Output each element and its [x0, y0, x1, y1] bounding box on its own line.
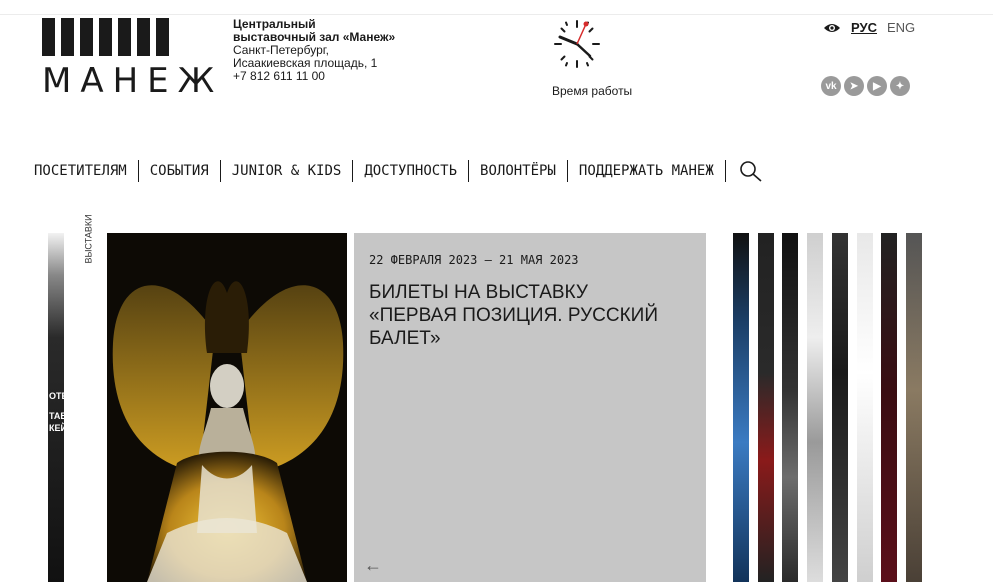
nav-divider	[352, 160, 354, 182]
lang-en-link[interactable]: ENG	[887, 20, 915, 35]
search-icon	[739, 161, 762, 182]
address-block: Центральный выставочный зал «Манеж» Санк…	[233, 18, 453, 83]
nav-item-support[interactable]: ПОДДЕРЖАТЬ МАНЕЖ	[579, 163, 714, 179]
eye-icon[interactable]	[823, 22, 841, 34]
event-card[interactable]: 22 ФЕВРАЛЯ 2023 — 21 МАЯ 2023 Билеты на …	[354, 233, 706, 582]
search-button[interactable]	[739, 160, 763, 182]
header-divider	[0, 14, 993, 15]
social-links: vk ➤ ▶ ✦	[821, 76, 910, 96]
main-nav: ПОСЕТИТЕЛЯМ СОБЫТИЯ JUNIOR & KIDS ДОСТУП…	[34, 160, 763, 182]
preview-strip	[906, 233, 922, 582]
prev-arrow-button[interactable]: ←	[364, 555, 382, 576]
manege-logo[interactable]: МАНЕЖ	[42, 18, 224, 101]
nav-divider	[219, 160, 221, 182]
event-title[interactable]: Билеты на выставку «Первая позиция. Русс…	[369, 281, 669, 350]
nav-item-events[interactable]: СОБЫТИЯ	[150, 163, 209, 179]
preview-strip	[782, 233, 798, 582]
preview-strip	[881, 233, 897, 582]
lang-ru-link[interactable]: РУС	[851, 20, 877, 35]
next-slides-preview[interactable]	[733, 233, 923, 582]
section-label: ВЫСТАВКИ	[83, 212, 100, 272]
preview-strip	[832, 233, 848, 582]
opening-hours-link[interactable]: Время работы	[545, 18, 655, 98]
exhibition-photo[interactable]	[107, 233, 347, 582]
telegram-icon[interactable]: ➤	[844, 76, 864, 96]
ballerina-image	[107, 233, 347, 582]
language-switcher: РУС ENG	[823, 20, 915, 35]
preview-strip	[758, 233, 774, 582]
nav-divider	[566, 160, 568, 182]
vk-icon[interactable]: vk	[821, 76, 841, 96]
sliver-text: ОТЕ	[49, 391, 64, 401]
logo-bars	[42, 18, 172, 56]
prev-slide-preview[interactable]: ОТЕ ТАВ КЕЙ	[48, 233, 64, 582]
event-dates: 22 ФЕВРАЛЯ 2023 — 21 МАЯ 2023	[369, 253, 579, 267]
preview-strip	[733, 233, 749, 582]
sliver-text: ТАВ	[49, 411, 64, 421]
nav-item-accessibility[interactable]: ДОСТУПНОСТЬ	[364, 163, 457, 179]
preview-strip	[807, 233, 823, 582]
section-label-text: ВЫСТАВКИ	[83, 214, 94, 264]
nav-item-volunteers[interactable]: ВОЛОНТЁРЫ	[480, 163, 556, 179]
nav-divider	[137, 160, 139, 182]
nav-divider	[468, 160, 470, 182]
youtube-icon[interactable]: ▶	[867, 76, 887, 96]
opening-hours-label: Время работы	[552, 84, 633, 98]
sliver-text: КЕЙ	[49, 423, 64, 433]
nav-divider	[724, 160, 726, 182]
preview-strip	[857, 233, 873, 582]
clock-icon	[554, 20, 600, 68]
phone[interactable]: +7 812 611 11 00	[233, 70, 453, 83]
dzen-icon[interactable]: ✦	[890, 76, 910, 96]
nav-item-junior-kids[interactable]: JUNIOR & KIDS	[232, 163, 342, 179]
nav-item-visitors[interactable]: ПОСЕТИТЕЛЯМ	[34, 163, 127, 179]
logo-wordmark: МАНЕЖ	[42, 61, 224, 101]
